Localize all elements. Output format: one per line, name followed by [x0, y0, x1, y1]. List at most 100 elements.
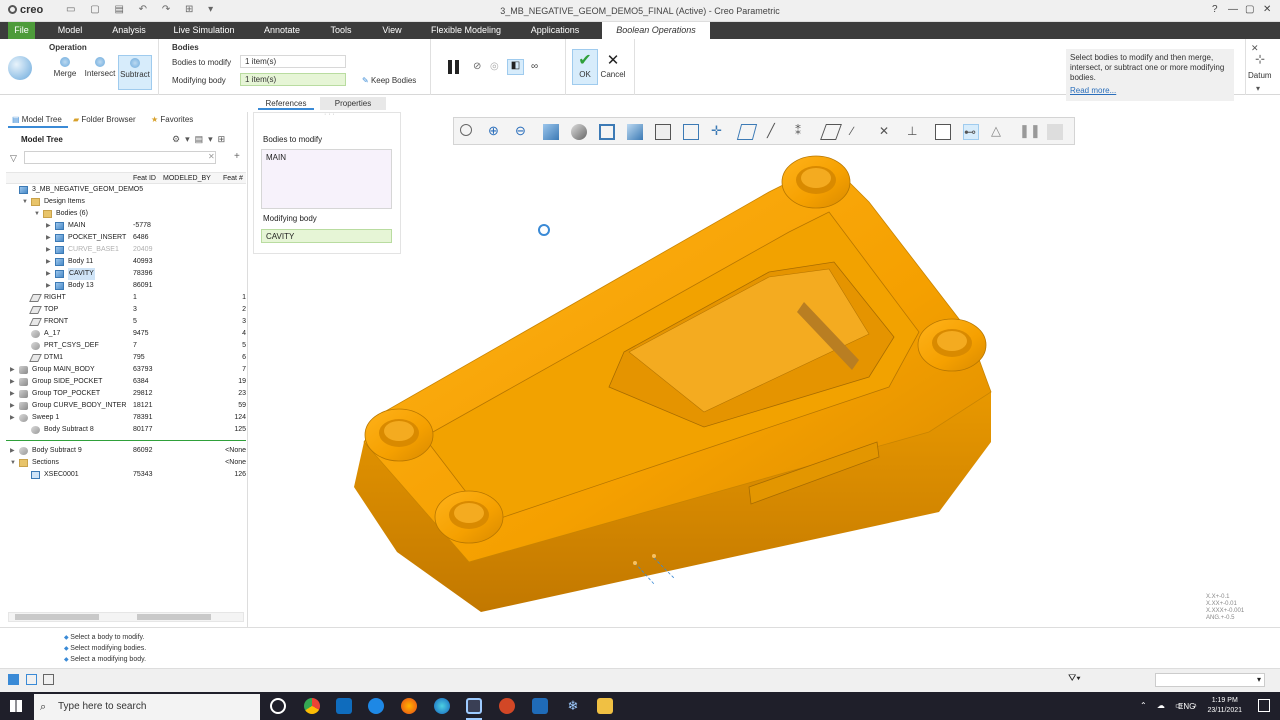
csys-display-icon[interactable]: ⊥: [907, 124, 923, 140]
tab-live-simulation[interactable]: Live Simulation: [168, 22, 240, 39]
taskbar-clock[interactable]: 1:19 PM 23/11/2021: [1207, 696, 1242, 716]
scrollbar-thumb[interactable]: [137, 614, 211, 620]
tab-boolean-operations[interactable]: Boolean Operations: [602, 22, 710, 39]
tab-folder-browser[interactable]: ▰ Folder Browser: [73, 112, 147, 128]
tab-view[interactable]: View: [374, 22, 410, 39]
close-button[interactable]: ✕: [1263, 4, 1271, 15]
expand-arrow-icon[interactable]: ▶: [10, 376, 16, 388]
tree-row[interactable]: ▶ Body 11 40993: [6, 256, 246, 268]
cancel-button[interactable]: ✕ Cancel: [600, 52, 626, 79]
expand-arrow-icon[interactable]: ▶: [10, 445, 16, 457]
axis-display-icon[interactable]: ╱: [767, 124, 783, 140]
tree-row[interactable]: ▶ Group CURVE_BODY_INTER 18121 59: [6, 400, 246, 412]
search-tree-input[interactable]: [24, 151, 216, 164]
tree-row[interactable]: ▶ POCKET_INSERT 6486: [6, 232, 246, 244]
spin-icon[interactable]: ⊷: [963, 124, 979, 140]
boss-right[interactable]: [917, 318, 987, 372]
triangle-icon[interactable]: △: [991, 124, 1007, 140]
chrome-icon[interactable]: [304, 698, 320, 714]
column-feat-id[interactable]: Feat ID: [133, 175, 156, 182]
tree-row[interactable]: ▶ Group TOP_POCKET 29812 23: [6, 388, 246, 400]
creo-taskbar-icon[interactable]: [466, 698, 482, 714]
ref-modifying-body-collector[interactable]: CAVITY: [261, 229, 392, 243]
expand-arrow-icon[interactable]: ▶: [46, 268, 52, 280]
filter-icon[interactable]: ▽: [10, 153, 17, 164]
tree-row[interactable]: FRONT 5 3: [6, 316, 246, 328]
subtract-button[interactable]: Subtract: [118, 55, 152, 90]
column-feat-no[interactable]: Feat #: [223, 175, 243, 182]
plane-display-icon[interactable]: [736, 124, 758, 140]
tree-row[interactable]: ▼ Sections <None: [6, 457, 246, 469]
maximize-button[interactable]: ▢: [1245, 4, 1254, 15]
horizontal-scrollbar[interactable]: [8, 612, 244, 622]
collapse-arrow-icon[interactable]: ▼: [34, 208, 40, 220]
datum-axis-icon[interactable]: ∕: [851, 124, 867, 140]
tab-properties[interactable]: Properties: [320, 97, 386, 110]
tree-row[interactable]: ▶ Sweep 1 78391 124: [6, 412, 246, 424]
tab-annotate[interactable]: Annotate: [256, 22, 308, 39]
file-explorer-icon[interactable]: [597, 698, 613, 714]
ref-bodies-to-modify-collector[interactable]: MAIN: [261, 149, 392, 209]
tree-row[interactable]: ▼ Bodies (6): [6, 208, 246, 220]
notifications-icon[interactable]: [1258, 699, 1270, 712]
browser-toggle-icon[interactable]: [26, 674, 37, 685]
read-more-link[interactable]: Read more...: [1070, 86, 1116, 95]
boss-bottom[interactable]: [434, 490, 504, 544]
repaint-icon[interactable]: [543, 124, 559, 140]
language-indicator[interactable]: ENG: [1178, 702, 1195, 711]
zoom-out-icon[interactable]: ⊖: [515, 124, 531, 140]
panel-grip[interactable]: · · ·: [324, 111, 335, 118]
expand-arrow-icon[interactable]: ▶: [46, 256, 52, 268]
tree-row[interactable]: ▶ Group MAIN_BODY 63793 7: [6, 364, 246, 376]
tab-model[interactable]: Model: [50, 22, 90, 39]
tree-row[interactable]: A_17 9475 4: [6, 328, 246, 340]
ref-body-item[interactable]: CAVITY: [266, 232, 294, 241]
tree-row[interactable]: XSEC0001 75343 126: [6, 469, 246, 481]
tree-row[interactable]: PRT_CSYS_DEF 7 5: [6, 340, 246, 352]
tab-applications[interactable]: Applications: [522, 22, 588, 39]
tree-row[interactable]: TOP 3 2: [6, 304, 246, 316]
graphics-viewport[interactable]: X.X+-0.1 X.XX+-0.01 X.XXX+-0.001 ANG.+-0…: [249, 112, 1280, 627]
saved-views-icon[interactable]: [599, 124, 615, 140]
tab-analysis[interactable]: Analysis: [105, 22, 153, 39]
tab-model-tree[interactable]: ▤ Model Tree: [8, 112, 68, 128]
verify-icon[interactable]: ◧: [507, 59, 524, 75]
zoom-in-icon[interactable]: ⊕: [488, 124, 504, 140]
tree-row[interactable]: ▶ MAIN -5778: [6, 220, 246, 232]
full-screen-icon[interactable]: [43, 674, 54, 685]
navigator-toggle-icon[interactable]: [8, 674, 19, 685]
settings-icon[interactable]: ❄: [565, 698, 581, 714]
no-preview-icon[interactable]: ⊘: [473, 61, 481, 72]
preview-icon[interactable]: ◎: [490, 61, 499, 72]
tab-file[interactable]: File: [8, 22, 35, 39]
column-modeled-by[interactable]: MODELED_BY: [163, 175, 211, 182]
pause-animation-icon[interactable]: ❚❚: [1019, 124, 1041, 140]
expand-arrow-icon[interactable]: ▶: [10, 412, 16, 424]
clear-search-icon[interactable]: ✕: [208, 152, 215, 161]
modifying-body-field[interactable]: 1 item(s): [240, 73, 346, 86]
tree-settings-icon[interactable]: ⚙▾▤▾⊞: [172, 134, 230, 145]
refit-icon[interactable]: [460, 124, 472, 136]
expand-arrow-icon[interactable]: ▶: [46, 220, 52, 232]
tree-row[interactable]: ▶ CAVITY 78396: [6, 268, 246, 280]
datum-plane-icon[interactable]: [820, 124, 842, 140]
display-style-icon[interactable]: [571, 124, 587, 140]
edge-icon[interactable]: [368, 698, 384, 714]
edge-new-icon[interactable]: [434, 698, 450, 714]
cortana-icon[interactable]: [270, 698, 286, 714]
expand-arrow-icon[interactable]: ▶: [46, 280, 52, 292]
bodies-to-modify-field[interactable]: 1 item(s): [240, 55, 346, 68]
firefox-icon[interactable]: [401, 698, 417, 714]
keep-bodies-button[interactable]: ✎ Keep Bodies: [362, 76, 416, 85]
glasses-icon[interactable]: ∞: [531, 61, 538, 72]
minimize-button[interactable]: —: [1228, 4, 1238, 15]
collapse-arrow-icon[interactable]: ▼: [10, 457, 16, 469]
point-display-icon[interactable]: ⁑: [795, 124, 811, 140]
boss-left[interactable]: [364, 408, 434, 462]
datum-icon[interactable]: ⊹: [1255, 52, 1265, 66]
perspective-icon[interactable]: [683, 124, 699, 140]
expand-arrow-icon[interactable]: ▶: [46, 244, 52, 256]
tree-row[interactable]: ▶ Body Subtract 9 86092 <None: [6, 445, 246, 457]
tab-tools[interactable]: Tools: [322, 22, 360, 39]
expand-arrow-icon[interactable]: ▶: [10, 400, 16, 412]
